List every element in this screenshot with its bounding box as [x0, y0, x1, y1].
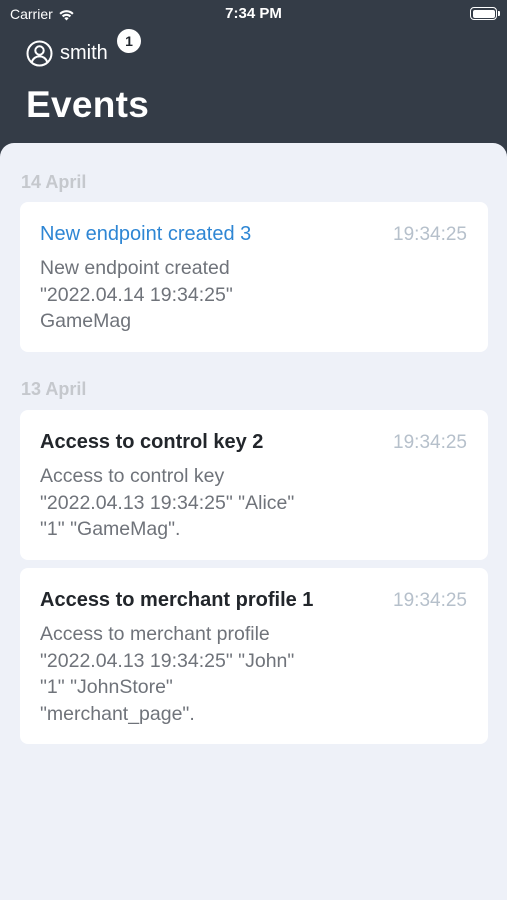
event-title: Access to control key 2 [40, 431, 264, 453]
event-description: Access to merchant profile "2022.04.13 1… [40, 623, 295, 725]
event-time: 19:34:25 [393, 224, 467, 245]
event-description: Access to control key "2022.04.13 19:34:… [40, 465, 295, 540]
status-time: 7:34 PM [225, 5, 282, 22]
event-description: New endpoint created "2022.04.14 19:34:2… [40, 257, 233, 332]
user-circle-icon [26, 40, 53, 66]
event-card-merchant-profile[interactable]: Access to merchant profile 1 19:34:25 Ac… [20, 568, 488, 744]
event-title: New endpoint created 3 [40, 223, 252, 245]
event-title: Access to merchant profile 1 [40, 589, 314, 611]
notification-badge: 1 [117, 29, 141, 53]
user-name: smith [60, 41, 108, 64]
event-card-control-key[interactable]: Access to control key 2 19:34:25 Access … [20, 410, 488, 560]
user-profile-button[interactable]: smith [26, 39, 108, 67]
events-list[interactable]: 14 April New endpoint created 3 19:34:25… [0, 143, 507, 900]
event-time: 19:34:25 [393, 590, 467, 611]
section-header-14-april: 14 April [21, 172, 87, 192]
status-bar: Carrier 7:34 PM [0, 0, 507, 28]
event-card-new-endpoint[interactable]: New endpoint created 3 19:34:25 New endp… [20, 202, 488, 352]
event-time: 19:34:25 [393, 432, 467, 453]
battery-icon [470, 7, 500, 20]
page-title: Events [26, 84, 150, 125]
section-header-13-april: 13 April [21, 379, 87, 399]
